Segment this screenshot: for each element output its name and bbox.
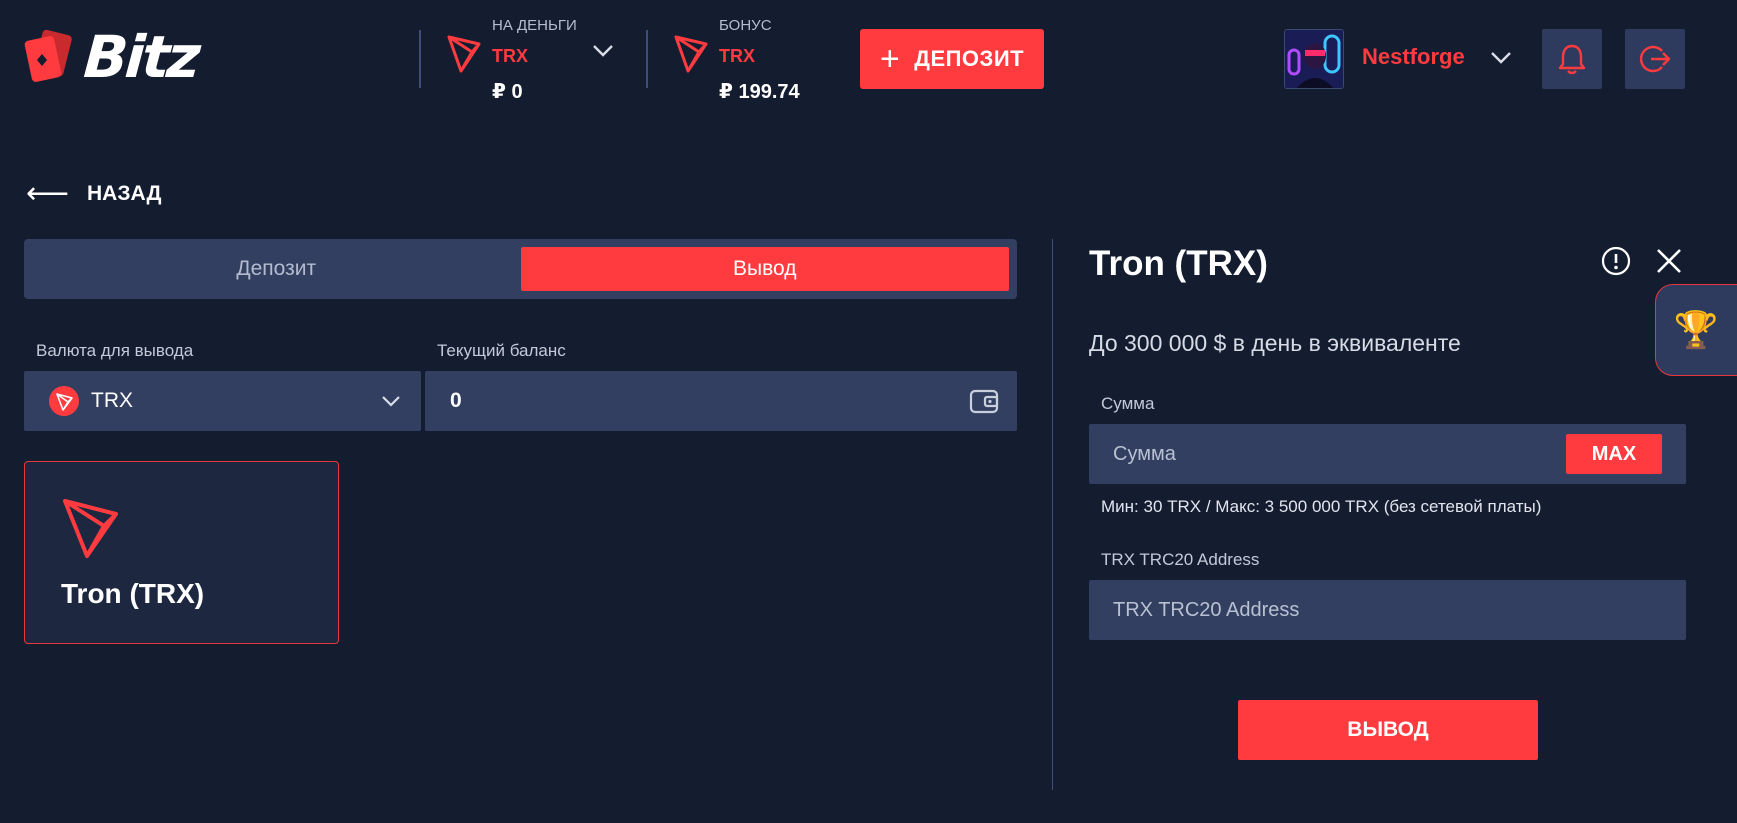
address-label: TRX TRC20 Address: [1101, 550, 1260, 569]
user-menu-chevron-icon[interactable]: [1490, 51, 1512, 67]
main-balance-label: НА ДЕНЬГИ: [492, 17, 577, 34]
header-divider: [646, 30, 648, 88]
tab-deposit[interactable]: Депозит: [32, 247, 521, 291]
panel-title: Tron (TRX): [1089, 244, 1268, 283]
logo-text: Bitz: [81, 23, 200, 91]
bitz-logo[interactable]: Bitz: [24, 23, 200, 91]
arrow-left-icon: ⟵: [26, 177, 70, 210]
tron-icon: [446, 34, 482, 74]
current-balance-field: 0: [425, 371, 1017, 431]
balance-dropdown-chevron-icon[interactable]: [592, 44, 614, 60]
method-card-title: Tron (TRX): [61, 578, 205, 609]
tron-method-card[interactable]: Tron (TRX): [24, 461, 339, 644]
amount-placeholder: Сумма: [1113, 442, 1176, 465]
balance-value: 0: [450, 389, 462, 412]
amount-input[interactable]: Сумма MAX: [1089, 424, 1686, 484]
bonus-balance-label: БОНУС: [719, 17, 772, 34]
logout-button[interactable]: [1625, 29, 1685, 89]
chevron-down-icon: [382, 396, 400, 407]
panel-limit-text: До 300 000 $ в день в эквиваленте: [1089, 330, 1461, 356]
deposit-button-label: ДЕПОЗИТ: [914, 46, 1025, 71]
bonus-balance-currency: TRX: [719, 46, 755, 66]
deposit-withdraw-tabs: Депозит Вывод: [24, 239, 1017, 299]
plus-icon: +: [879, 40, 901, 78]
max-button[interactable]: MAX: [1566, 434, 1662, 474]
currency-value: TRX: [91, 389, 133, 412]
panel-divider: [1052, 239, 1053, 790]
address-input[interactable]: TRX TRC20 Address: [1089, 580, 1686, 640]
notifications-button[interactable]: [1542, 29, 1602, 89]
info-button[interactable]: [1601, 246, 1631, 281]
withdraw-submit-button[interactable]: ВЫВОД: [1238, 700, 1538, 760]
logout-icon: [1639, 45, 1671, 73]
address-placeholder: TRX TRC20 Address: [1113, 598, 1300, 621]
balance-label: Текущий баланс: [437, 341, 566, 360]
back-label: НАЗАД: [87, 182, 162, 205]
trophy-icon: 🏆: [1673, 309, 1719, 350]
tron-logo-icon: [62, 498, 120, 565]
wallet-icon: [969, 389, 999, 414]
close-icon: [1657, 249, 1681, 273]
username[interactable]: Nestforge: [1362, 44, 1465, 70]
bonus-balance-amount: ₽ 199.74: [719, 81, 800, 103]
close-button[interactable]: [1655, 247, 1683, 280]
trophy-widget-button[interactable]: 🏆: [1655, 284, 1737, 376]
back-link[interactable]: ⟵ НАЗАД: [26, 177, 162, 210]
amount-label: Сумма: [1101, 394, 1155, 413]
currency-select[interactable]: TRX: [24, 371, 421, 431]
info-circle-icon: [1601, 246, 1631, 276]
bell-icon: [1558, 44, 1586, 75]
avatar[interactable]: [1284, 29, 1344, 89]
tab-withdraw[interactable]: Вывод: [520, 247, 1009, 291]
main-balance-currency: TRX: [492, 46, 528, 66]
header-divider: [419, 30, 421, 88]
limits-hint: Мин: 30 TRX / Макс: 3 500 000 TRX (без с…: [1101, 497, 1542, 516]
header-deposit-button[interactable]: + ДЕПОЗИТ: [860, 29, 1044, 89]
main-balance-amount: ₽ 0: [492, 81, 523, 103]
currency-label: Валюта для вывода: [36, 341, 194, 360]
trx-coin-icon: [49, 386, 79, 416]
cards-logo-icon: [24, 28, 76, 86]
tron-icon: [673, 34, 709, 74]
